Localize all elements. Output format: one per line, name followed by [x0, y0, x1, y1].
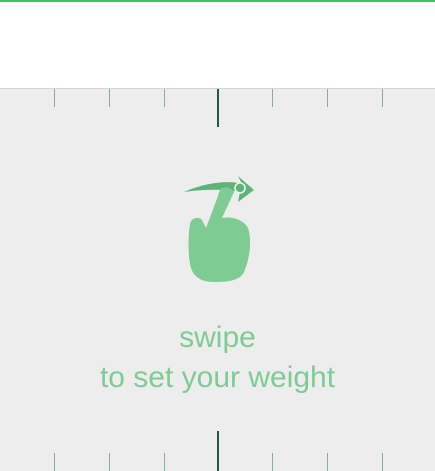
ruler-tick [327, 453, 328, 471]
swipe-hand-icon [184, 176, 254, 282]
ruler-center-tick [217, 89, 219, 127]
weight-ruler-bottom[interactable] [0, 429, 435, 471]
ruler-tick [272, 453, 273, 471]
ruler-tick [164, 453, 165, 471]
ruler-tick [54, 89, 55, 107]
ruler-center-tick [217, 431, 219, 471]
weight-ruler-top[interactable] [0, 89, 435, 129]
weight-display-bar [0, 2, 435, 89]
swipe-hint-title: swipe [179, 321, 256, 354]
ruler-tick [272, 89, 273, 107]
swipe-hint-subtitle: to set your weight [99, 361, 336, 394]
ruler-tick [54, 453, 55, 471]
ruler-tick [327, 89, 328, 107]
ruler-tick [164, 89, 165, 107]
ruler-tick [109, 89, 110, 107]
ruler-tick [382, 453, 383, 471]
ruler-tick [382, 89, 383, 107]
ruler-tick [109, 453, 110, 471]
